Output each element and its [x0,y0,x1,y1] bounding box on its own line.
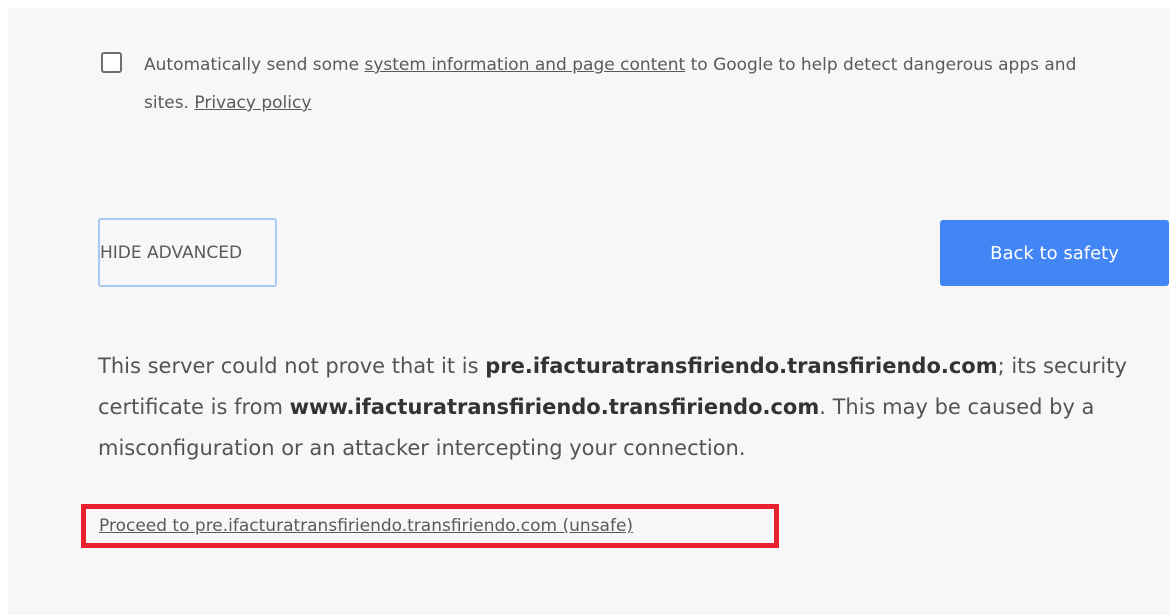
proceed-unsafe-link[interactable]: Proceed to pre.ifacturatransfiriendo.tra… [99,516,633,536]
reporting-text-before: Automatically send some [144,55,365,75]
privacy-policy-link[interactable]: Privacy policy [194,93,311,113]
message-part-1: This server could not prove that it is [98,354,486,378]
requested-host: pre.ifacturatransfiriendo.transfiriendo.… [485,354,998,378]
hide-advanced-button[interactable]: HIDE ADVANCED [98,218,277,287]
back-to-safety-button[interactable]: Back to safety [940,220,1169,286]
certificate-host: www.ifacturatransfiriendo.transfiriendo.… [289,395,820,419]
certificate-error-message: This server could not prove that it is p… [98,346,1158,469]
extended-reporting-checkbox[interactable] [101,52,122,73]
extended-reporting-label: Automatically send some system informati… [144,46,1104,122]
system-info-link[interactable]: system information and page content [364,55,685,75]
